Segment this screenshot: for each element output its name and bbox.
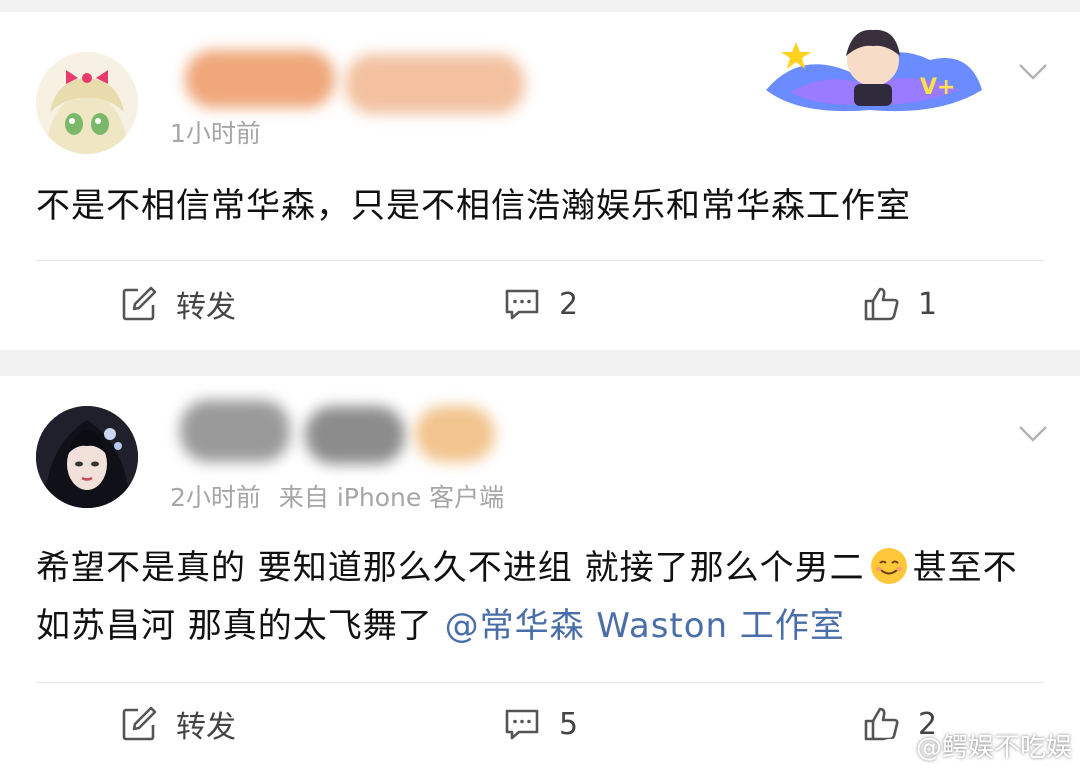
comment-button[interactable]: 5 xyxy=(503,694,578,754)
avatar[interactable] xyxy=(36,52,138,154)
username-redacted xyxy=(415,406,495,462)
watermark-text: @鳄娱不吃娱 xyxy=(915,733,1072,763)
comment-icon xyxy=(505,289,539,320)
divider xyxy=(36,260,1044,261)
like-count: 1 xyxy=(918,286,938,322)
smiling-face-emoji xyxy=(870,548,907,584)
vip-badge[interactable]: V+ xyxy=(760,20,986,116)
comment-count: 2 xyxy=(559,286,579,322)
repost-button[interactable]: 转发 xyxy=(120,274,236,334)
thumbs-up-icon xyxy=(864,287,899,321)
mention-link[interactable]: @常华森 Waston 工作室 xyxy=(445,606,845,646)
svg-text:V+: V+ xyxy=(920,75,955,100)
comment-count: 5 xyxy=(559,706,579,742)
weibo-logo-icon xyxy=(876,733,909,759)
post-text: 希望不是真的 要知道那么久不进组 就接了那么个男二 xyxy=(36,548,865,588)
post-content: 不是不相信常华森，只是不相信浩瀚娱乐和常华森工作室 xyxy=(36,186,911,226)
repost-button[interactable]: 转发 xyxy=(120,694,236,754)
username-redacted xyxy=(305,406,405,464)
comment-button[interactable]: 2 xyxy=(503,274,578,334)
chevron-down-icon[interactable] xyxy=(1016,416,1050,450)
post-card: 2小时前 来自 iPhone 客户端 希望不是真的 要知道那么久不进组 就接了那么… xyxy=(0,376,1080,770)
username-redacted[interactable] xyxy=(185,50,335,108)
post-time: 1小时前 xyxy=(170,119,261,148)
post-source: 来自 iPhone 客户端 xyxy=(278,483,505,512)
avatar[interactable] xyxy=(36,406,138,508)
comment-icon xyxy=(505,709,539,740)
edit-square-icon xyxy=(122,706,157,741)
divider xyxy=(36,682,1044,683)
action-bar: 转发 2 1 xyxy=(0,274,1080,334)
username-redacted[interactable] xyxy=(180,400,290,462)
repost-label: 转发 xyxy=(176,710,236,745)
chevron-down-icon[interactable] xyxy=(1016,54,1050,88)
like-button[interactable]: 1 xyxy=(862,274,937,334)
post-card: 1小时前 V+ 不是不相信常华森，只是不相信浩瀚娱乐和常华森工作室 转发 2 1 xyxy=(0,12,1080,350)
username-redacted xyxy=(345,54,525,114)
repost-label: 转发 xyxy=(176,290,236,325)
watermark: @鳄娱不吃娱 xyxy=(876,727,1072,764)
post-content: 希望不是真的 要知道那么久不进组 就接了那么个男二 甚至不如苏昌河 那真的太飞舞… xyxy=(36,539,1044,655)
edit-square-icon xyxy=(122,286,157,321)
post-time: 2小时前 xyxy=(170,483,261,512)
